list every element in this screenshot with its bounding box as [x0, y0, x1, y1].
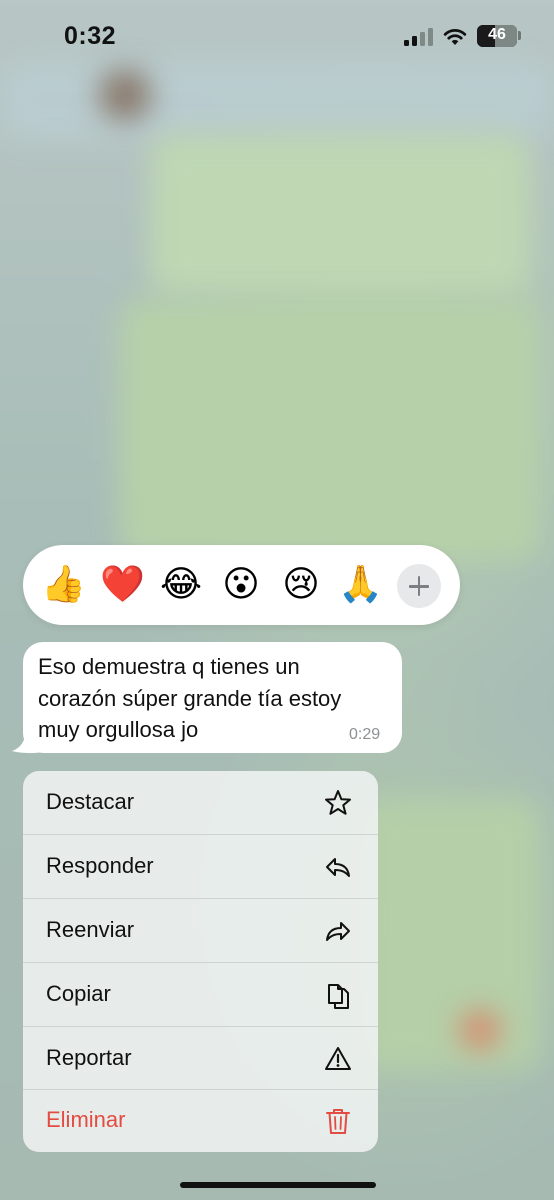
menu-item-label: Destacar	[46, 789, 135, 814]
reaction-thumbs-up[interactable]: 👍	[41, 563, 86, 607]
reaction-surprised-face[interactable]: 😮	[219, 563, 263, 607]
menu-item-label: Responder	[46, 853, 154, 878]
cellular-signal-icon	[404, 28, 433, 46]
menu-item-label: Eliminar	[46, 1107, 126, 1132]
home-indicator[interactable]	[180, 1182, 376, 1188]
message-line: corazón súper grande tía estoy	[38, 685, 342, 711]
battery-indicator: 46	[477, 25, 517, 47]
message-line: muy orgullosa jo	[38, 717, 199, 742]
menu-item-copy[interactable]: Copiar	[23, 963, 378, 1027]
menu-item-label: Reportar	[46, 1045, 132, 1070]
warning-icon	[325, 1047, 351, 1070]
menu-item-forward[interactable]: Reenviar	[23, 899, 378, 963]
message-context-menu: Destacar Responder Reenviar Copiar Repor…	[23, 771, 378, 1152]
forward-icon	[326, 922, 350, 941]
menu-item-report[interactable]: Reportar	[23, 1027, 378, 1091]
menu-item-label: Copiar	[46, 981, 111, 1006]
reaction-bar: 👍 ❤️ 😂 😮 😢 🙏	[23, 545, 460, 625]
reaction-folded-hands[interactable]: 🙏	[338, 563, 383, 607]
menu-item-reply[interactable]: Responder	[23, 835, 378, 899]
message-text: Eso demuestra q tienes un corazón súper …	[38, 651, 388, 746]
trash-icon	[326, 1109, 350, 1134]
reaction-tears-of-joy[interactable]: 😂	[159, 563, 203, 607]
battery-cap	[518, 31, 521, 40]
reply-icon	[326, 858, 350, 877]
star-icon	[325, 790, 351, 815]
message-line: Eso demuestra q tienes un	[38, 654, 300, 679]
menu-item-star[interactable]: Destacar	[23, 771, 378, 835]
menu-item-delete[interactable]: Eliminar	[23, 1089, 378, 1152]
menu-item-label: Reenviar	[46, 917, 135, 942]
reaction-crying-face[interactable]: 😢	[279, 563, 323, 607]
reaction-red-heart[interactable]: ❤️	[100, 563, 145, 607]
wifi-icon	[443, 29, 467, 45]
copy-icon	[328, 984, 349, 1009]
status-time: 0:32	[64, 22, 117, 50]
add-reaction-plus-icon[interactable]	[397, 564, 441, 608]
battery-percentage: 46	[488, 26, 506, 43]
message-timestamp: 0:29	[349, 726, 381, 743]
status-bar: 0:32 46	[0, 0, 554, 70]
